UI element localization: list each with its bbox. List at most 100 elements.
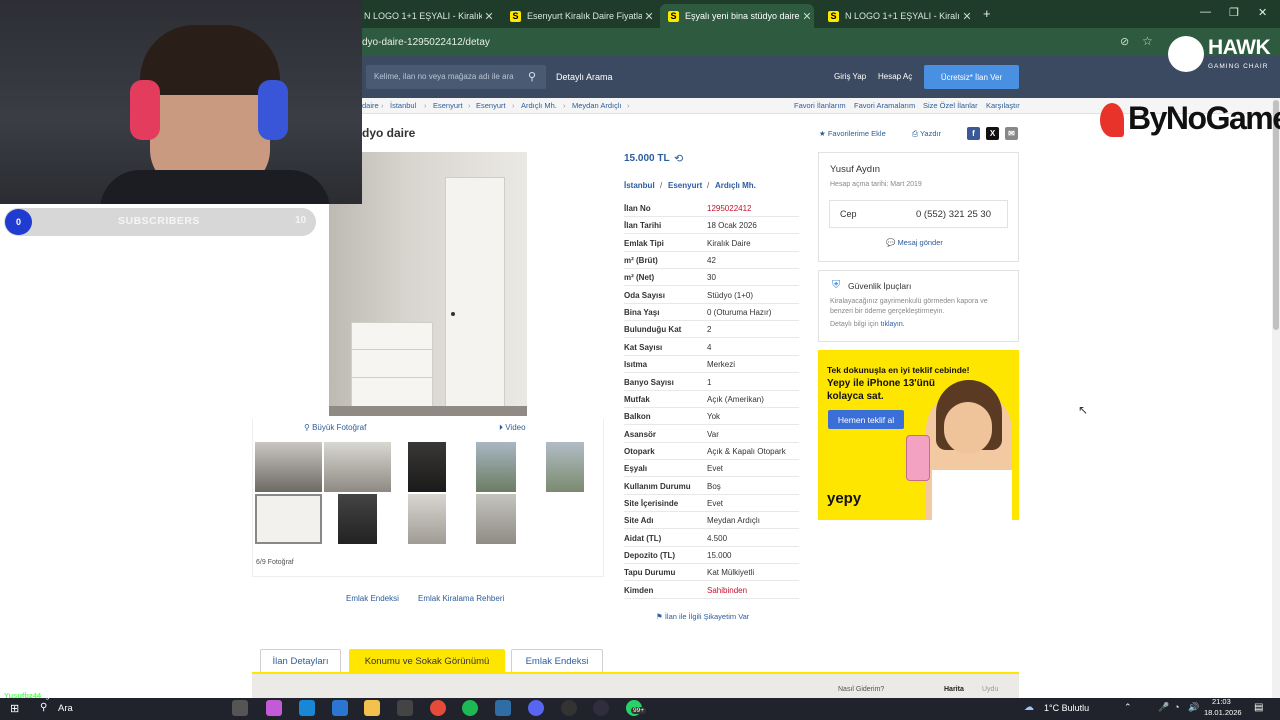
big-photo-link[interactable]: ⚲ Büyük Fotoğraf (304, 423, 366, 432)
browser-tab[interactable]: S Esenyurt Kiralık Daire Fiyatları ve ✕ (502, 4, 656, 28)
send-message-link[interactable]: 💬 Mesaj gönder (886, 238, 943, 247)
clock-date[interactable]: 18.01.2026 (1204, 708, 1242, 717)
post-ad-button[interactable]: Ücretsiz* İlan Ver (924, 65, 1019, 89)
window-close-icon[interactable]: ✕ (1258, 6, 1267, 19)
search-icon[interactable]: ⚲ (40, 702, 47, 713)
new-tab-icon[interactable]: + (983, 6, 991, 21)
video-label: Video (505, 423, 526, 432)
quick-link-favorites[interactable]: Favori İlanlarım (794, 101, 846, 110)
wifi-icon[interactable]: ◔ (1174, 702, 1179, 712)
safety-more-link[interactable]: tıklayın. (881, 321, 905, 328)
breadcrumb-item[interactable]: Esenyurt (433, 101, 463, 110)
map-view-button[interactable]: Harita (944, 686, 964, 693)
eye-off-icon[interactable]: ⊘ (1120, 35, 1129, 48)
hawk-logo-subtext: GAMING CHAIR (1208, 63, 1269, 70)
browser-tab[interactable]: S N LOGO 1+1 EŞYALI - Kiralık Da ✕ (820, 4, 974, 28)
spotify-icon[interactable] (462, 700, 478, 716)
file-explorer-icon[interactable] (364, 700, 380, 716)
bookmark-star-icon[interactable]: ☆ (1142, 34, 1153, 48)
close-icon[interactable]: ✕ (642, 10, 656, 23)
clock-time[interactable]: 21:03 (1212, 697, 1231, 706)
minimize-icon[interactable]: — (1200, 6, 1211, 18)
notification-icon[interactable]: ▤ (1254, 702, 1263, 713)
breadcrumb-item[interactable]: Meydan Ardıçlı (572, 101, 622, 110)
satellite-view-button[interactable]: Uydu (982, 686, 998, 693)
ad-shirt-shape (932, 470, 1012, 520)
breadcrumb-item[interactable]: daire (362, 101, 379, 110)
browser-tab[interactable]: N LOGO 1+1 EŞYALI - Kiralık Da ✕ (356, 4, 496, 28)
location-district[interactable]: Esenyurt (668, 181, 702, 190)
store-icon[interactable] (332, 700, 348, 716)
detail-row: Balkon Yok (624, 408, 799, 426)
breadcrumb-item[interactable]: Ardıçlı Mh. (521, 101, 557, 110)
rental-guide-link[interactable]: Emlak Kiralama Rehberi (418, 594, 504, 603)
yepy-logo: yepy (827, 490, 862, 507)
tray-chevron-icon[interactable]: ⌃ (1124, 702, 1132, 713)
close-icon[interactable]: ✕ (800, 10, 814, 23)
video-link[interactable]: ⏵ Video (499, 423, 526, 433)
discord-icon[interactable] (528, 700, 544, 716)
capcut-icon[interactable] (397, 700, 413, 716)
quick-link-compare[interactable]: Karşılaştır (986, 101, 1020, 110)
browser-tab-active[interactable]: S Eşyalı yeni bina stüdyo daire - K ✕ (660, 4, 814, 28)
thumbnail-selected[interactable] (255, 494, 322, 544)
taskbar-search[interactable]: Ara (58, 703, 73, 714)
edge-icon[interactable] (299, 700, 315, 716)
microphone-icon[interactable]: 🎤 (1158, 702, 1169, 713)
thumbnail[interactable] (324, 442, 391, 492)
detail-row: Depozito (TL) 15.000 (624, 547, 799, 564)
weather-widget[interactable]: 1°C Bulutlu (1044, 703, 1089, 713)
login-link[interactable]: Giriş Yap (834, 72, 866, 81)
thumbnail[interactable] (255, 442, 322, 492)
directions-button[interactable]: Nasıl Giderim? (838, 686, 884, 693)
tab-location[interactable]: Konumu ve Sokak Görünümü (349, 649, 505, 673)
bynogame-logo-text: ByNoGame (1128, 100, 1280, 136)
obs-icon[interactable] (593, 700, 609, 716)
tab-listing-details[interactable]: İlan Detayları (260, 649, 341, 673)
steam-icon[interactable] (495, 700, 511, 716)
seller-name[interactable]: Yusuf Aydın (830, 164, 880, 175)
quick-link-favorite-searches[interactable]: Favori Aramalarım (854, 101, 915, 110)
ad-phone-shape (906, 435, 930, 481)
restore-icon[interactable]: ❐ (1229, 6, 1239, 19)
close-icon[interactable]: ✕ (960, 10, 974, 23)
phone-number[interactable]: 0 (552) 321 25 30 (916, 209, 991, 220)
thumbnail[interactable] (476, 494, 516, 544)
chrome-icon[interactable] (430, 700, 446, 716)
tab-emlak-endeksi[interactable]: Emlak Endeksi (511, 649, 603, 673)
register-link[interactable]: Hesap Aç (878, 72, 912, 81)
price-history-icon[interactable]: ⟲ (674, 152, 683, 165)
detail-value: Merkezi (707, 360, 736, 370)
thumbnail[interactable] (476, 442, 516, 492)
breadcrumb-item[interactable]: Esenyurt (476, 101, 506, 110)
detail-value: Kiralık Daire (707, 238, 751, 248)
emlak-endeksi-link[interactable]: Emlak Endeksi (346, 594, 399, 603)
volume-icon[interactable]: 🔊 (1188, 702, 1199, 713)
windows-start-icon[interactable]: ⊞ (10, 702, 19, 715)
quick-link-for-you[interactable]: Size Özel İlanlar (923, 101, 978, 110)
location-neighborhood[interactable]: Ardıçlı Mh. (715, 181, 756, 190)
url-text[interactable]: dyo-daire-1295022412/detay (362, 37, 490, 48)
print-link[interactable]: ⎙ Yazdır (912, 129, 941, 139)
x-twitter-icon[interactable]: X (986, 127, 999, 140)
breadcrumb-item[interactable]: İstanbul (390, 101, 416, 110)
facebook-icon[interactable]: f (967, 127, 980, 140)
detail-value: Stüdyo (1+0) (707, 290, 754, 300)
thumbnail[interactable] (408, 494, 446, 544)
complaint-label: İlan ile İlgili Şikayetim Var (664, 612, 750, 621)
location-city[interactable]: İstanbul (624, 181, 655, 190)
thumbnail[interactable] (338, 494, 377, 544)
advanced-search-link[interactable]: Detaylı Arama (556, 72, 613, 82)
complaint-link[interactable]: ⚑ İlan ile İlgili Şikayetim Var (656, 612, 749, 621)
app-icon[interactable] (561, 700, 577, 716)
email-icon[interactable]: ✉ (1005, 127, 1018, 140)
ad-cta-button[interactable]: Hemen teklif al (828, 410, 904, 429)
thumbnail[interactable] (546, 442, 584, 492)
copilot-icon[interactable] (266, 700, 282, 716)
add-favorite-link[interactable]: ★ Favorilerime Ekle (819, 129, 886, 138)
close-icon[interactable]: ✕ (482, 10, 496, 23)
search-icon[interactable]: ⚲ (528, 70, 536, 83)
task-view-icon[interactable] (232, 700, 248, 716)
page-title: dyo daire (362, 126, 416, 140)
thumbnail[interactable] (408, 442, 446, 492)
